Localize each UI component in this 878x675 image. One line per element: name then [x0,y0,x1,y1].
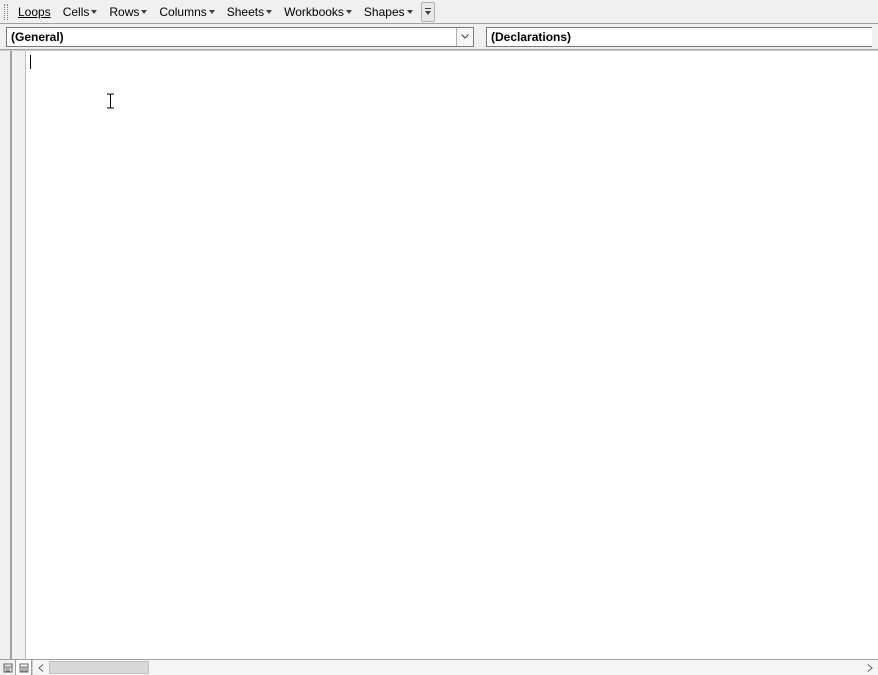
chevron-right-icon [867,664,873,672]
menubar: Loops Cells Rows Columns Sheets Workbook… [0,0,878,24]
text-caret-icon [30,55,31,69]
overflow-caret-icon [425,11,431,15]
dropdown-caret-icon [141,10,147,14]
menu-loops[interactable]: Loops [12,3,57,21]
menu-label: Shapes [364,5,405,19]
dropdown-caret-icon [266,10,272,14]
full-module-view-icon [19,663,29,673]
menu-label: Workbooks [284,5,344,19]
scrollbar-thumb[interactable] [49,661,149,674]
horizontal-scrollbar[interactable] [32,660,878,675]
procedure-dropdown[interactable]: (Declarations) [486,27,872,47]
dropdown-caret-icon [91,10,97,14]
menu-sheets[interactable]: Sheets [221,3,278,21]
toolbar-overflow-button[interactable] [421,2,435,22]
dropdown-caret-icon [346,10,352,14]
margin-indicator-bar[interactable] [12,51,26,659]
menu-columns[interactable]: Columns [153,3,220,21]
code-window-border [0,51,12,659]
object-dropdown-value: (General) [7,28,456,46]
menu-label: Cells [63,5,90,19]
scroll-left-button[interactable] [33,660,49,675]
menu-label: Rows [109,5,139,19]
toolbar-grip-icon [4,4,8,20]
chevron-down-icon [456,28,473,46]
overflow-bar-icon [425,8,431,9]
dropdown-caret-icon [407,10,413,14]
menu-shapes[interactable]: Shapes [358,3,419,21]
menu-label: Columns [159,5,206,19]
menu-rows[interactable]: Rows [103,3,153,21]
code-editor-frame [0,50,878,659]
procedure-view-icon [3,663,13,673]
object-dropdown[interactable]: (General) [6,27,474,47]
dropdown-caret-icon [209,10,215,14]
code-editor[interactable] [26,51,878,659]
code-header-row: (General) (Declarations) [0,24,878,50]
procedure-dropdown-value: (Declarations) [487,28,872,46]
ibeam-cursor-icon [106,93,115,109]
menu-workbooks[interactable]: Workbooks [278,3,358,21]
menu-label: Loops [18,5,51,19]
procedure-view-button[interactable] [0,660,16,675]
chevron-left-icon [38,664,44,672]
bottom-strip [0,659,878,675]
scrollbar-track[interactable] [49,660,862,675]
scroll-right-button[interactable] [862,660,878,675]
menu-label: Sheets [227,5,264,19]
full-module-view-button[interactable] [16,660,32,675]
menu-cells[interactable]: Cells [57,3,104,21]
